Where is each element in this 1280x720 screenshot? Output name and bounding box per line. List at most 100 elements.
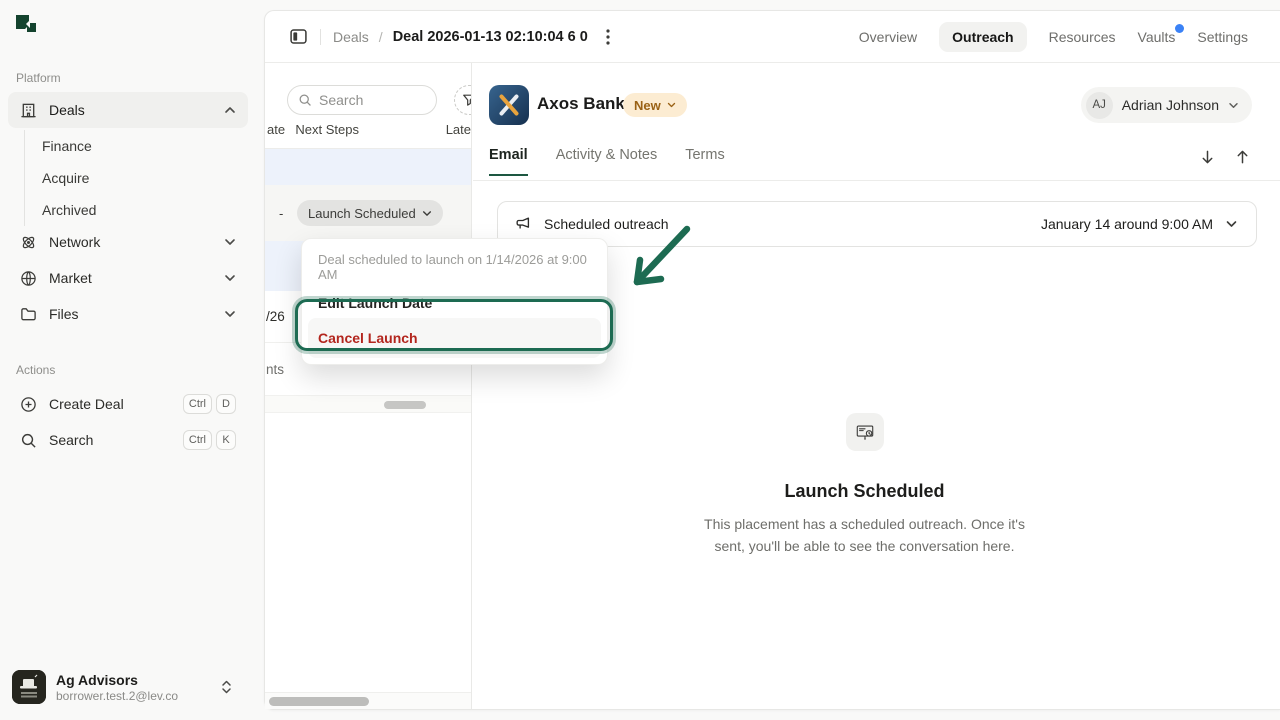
workspace-text: Ag Advisors borrower.test.2@lev.co [56, 672, 178, 703]
keycap: Ctrl [183, 430, 212, 450]
column-header-date[interactable]: ate [265, 122, 295, 137]
shortcut-keys: Ctrl K [183, 430, 236, 450]
empty-state-description: This placement has a scheduled outreach.… [695, 513, 1035, 557]
arrow-up-icon[interactable] [1235, 149, 1250, 165]
chevron-down-icon [1228, 102, 1239, 109]
shortcut-keys: Ctrl D [183, 394, 236, 414]
tab-activity-notes[interactable]: Activity & Notes [556, 141, 658, 175]
page-header: Deals / Deal 2026-01-13 02:10:04 6 0 Ove… [265, 11, 1280, 63]
page-title: Deal 2026-01-13 02:10:04 6 0 [393, 29, 588, 45]
tab-settings[interactable]: Settings [1197, 29, 1248, 45]
company-name: Axos Bank [537, 94, 625, 114]
tab-vaults[interactable]: Vaults [1138, 29, 1176, 45]
chevron-down-icon [224, 238, 236, 246]
megaphone-icon [514, 215, 532, 233]
sidebar-item-label: Deals [49, 102, 85, 118]
chevron-down-icon [422, 210, 432, 217]
tab-overview[interactable]: Overview [859, 29, 917, 45]
sidebar-search-button[interactable]: Search Ctrl K [8, 422, 248, 458]
stage-badge-label: New [634, 98, 661, 113]
launch-status-menu: Deal scheduled to launch on 1/14/2026 at… [301, 238, 608, 365]
building-icon [20, 102, 37, 119]
selector-updown-icon [221, 680, 232, 694]
workspace-avatar [12, 670, 46, 704]
launch-status-badge[interactable]: Launch Scheduled [297, 200, 443, 226]
tab-vaults-label: Vaults [1138, 29, 1176, 45]
stage-badge[interactable]: New [623, 93, 687, 117]
keycap: D [216, 394, 236, 414]
sidebar-item-acquire[interactable]: Acquire [25, 162, 244, 194]
create-deal-button[interactable]: Create Deal Ctrl D [8, 386, 248, 422]
column-header-latest[interactable]: Late [428, 122, 471, 137]
search-icon [298, 93, 312, 107]
axos-bank-logo-icon [489, 85, 529, 125]
keycap: Ctrl [183, 394, 212, 414]
column-header-next-steps[interactable]: Next Steps [295, 122, 427, 137]
cancel-launch-menu-item[interactable]: Cancel Launch [308, 318, 601, 358]
owner-avatar: AJ [1086, 92, 1113, 119]
app-logo-icon[interactable] [14, 14, 38, 38]
truncated-cell: nts [266, 362, 284, 377]
table-header: ate Next Steps Late [265, 111, 471, 149]
chevron-down-icon [1225, 220, 1238, 228]
conversation-nav [1200, 149, 1250, 165]
search-icon [20, 432, 37, 449]
globe-icon [20, 270, 37, 287]
scrollbar-thumb[interactable] [269, 697, 369, 706]
breadcrumb-deals-link[interactable]: Deals [333, 29, 369, 45]
notification-dot [1175, 24, 1184, 33]
deals-subtree: Finance Acquire Archived [24, 130, 244, 226]
status-label: Launch Scheduled [308, 206, 416, 221]
sidebar-item-archived[interactable]: Archived [25, 194, 244, 226]
chevron-down-icon [667, 102, 676, 108]
tab-terms[interactable]: Terms [685, 141, 724, 175]
tab-outreach[interactable]: Outreach [939, 22, 1026, 52]
scheduled-outreach-card[interactable]: Scheduled outreach January 14 around 9:0… [497, 201, 1257, 247]
empty-state-title: Launch Scheduled [473, 481, 1256, 502]
launch-menu-info: Deal scheduled to launch on 1/14/2026 at… [308, 245, 601, 288]
divider [320, 29, 321, 45]
detail-tab-bar: Email Activity & Notes Terms [473, 141, 1280, 181]
platform-section-label: Platform [16, 71, 61, 85]
tab-email[interactable]: Email [489, 141, 528, 175]
sidebar-item-files[interactable]: Files [8, 296, 248, 332]
sidebar-item-deals[interactable]: Deals [8, 92, 248, 128]
deal-detail-panel: Axos Bank New AJ Adrian Johnson Email Ac… [473, 63, 1280, 709]
table-row-selected-deal[interactable]: - Launch Scheduled [265, 185, 471, 241]
sidebar-toggle-button[interactable] [289, 27, 308, 46]
horizontal-scrollbar [265, 395, 471, 413]
bottom-scrollbar [265, 692, 471, 709]
tab-resources[interactable]: Resources [1049, 29, 1116, 45]
scheduled-message-icon [846, 413, 884, 451]
chevron-down-icon [224, 274, 236, 282]
breadcrumb-separator: / [379, 29, 383, 45]
sidebar-item-finance[interactable]: Finance [25, 130, 244, 162]
sidebar-item-label: Files [49, 306, 79, 322]
sidebar-item-network[interactable]: Network [8, 224, 248, 260]
edit-launch-date-menu-item[interactable]: Edit Launch Date [308, 288, 601, 318]
chevron-down-icon [224, 310, 236, 318]
owner-selector[interactable]: AJ Adrian Johnson [1081, 87, 1252, 123]
workspace-switcher[interactable]: Ag Advisors borrower.test.2@lev.co [8, 666, 248, 708]
kebab-menu-icon[interactable] [602, 25, 614, 49]
search-input[interactable] [319, 92, 419, 108]
workspace-email: borrower.test.2@lev.co [56, 689, 178, 703]
owner-name: Adrian Johnson [1122, 97, 1219, 113]
empty-state: Launch Scheduled This placement has a sc… [473, 413, 1256, 557]
sidebar: Platform Deals Finance Acquire Archived … [0, 0, 264, 720]
keycap: K [216, 430, 236, 450]
scrollbar-thumb[interactable] [384, 401, 426, 409]
network-icon [20, 234, 37, 251]
arrow-down-icon[interactable] [1200, 149, 1215, 165]
top-tab-bar: Overview Outreach Resources Vaults Setti… [859, 22, 1248, 52]
workspace-name: Ag Advisors [56, 672, 178, 688]
actions-section-label: Actions [16, 363, 55, 377]
main-card: Deals / Deal 2026-01-13 02:10:04 6 0 Ove… [264, 10, 1280, 710]
sidebar-item-label: Market [49, 270, 92, 286]
table-row[interactable] [265, 149, 471, 185]
date-cell: /26 [266, 309, 285, 324]
plus-circle-icon [20, 396, 37, 413]
outreach-card-title: Scheduled outreach [544, 216, 669, 232]
funnel-icon [462, 93, 472, 107]
sidebar-item-market[interactable]: Market [8, 260, 248, 296]
